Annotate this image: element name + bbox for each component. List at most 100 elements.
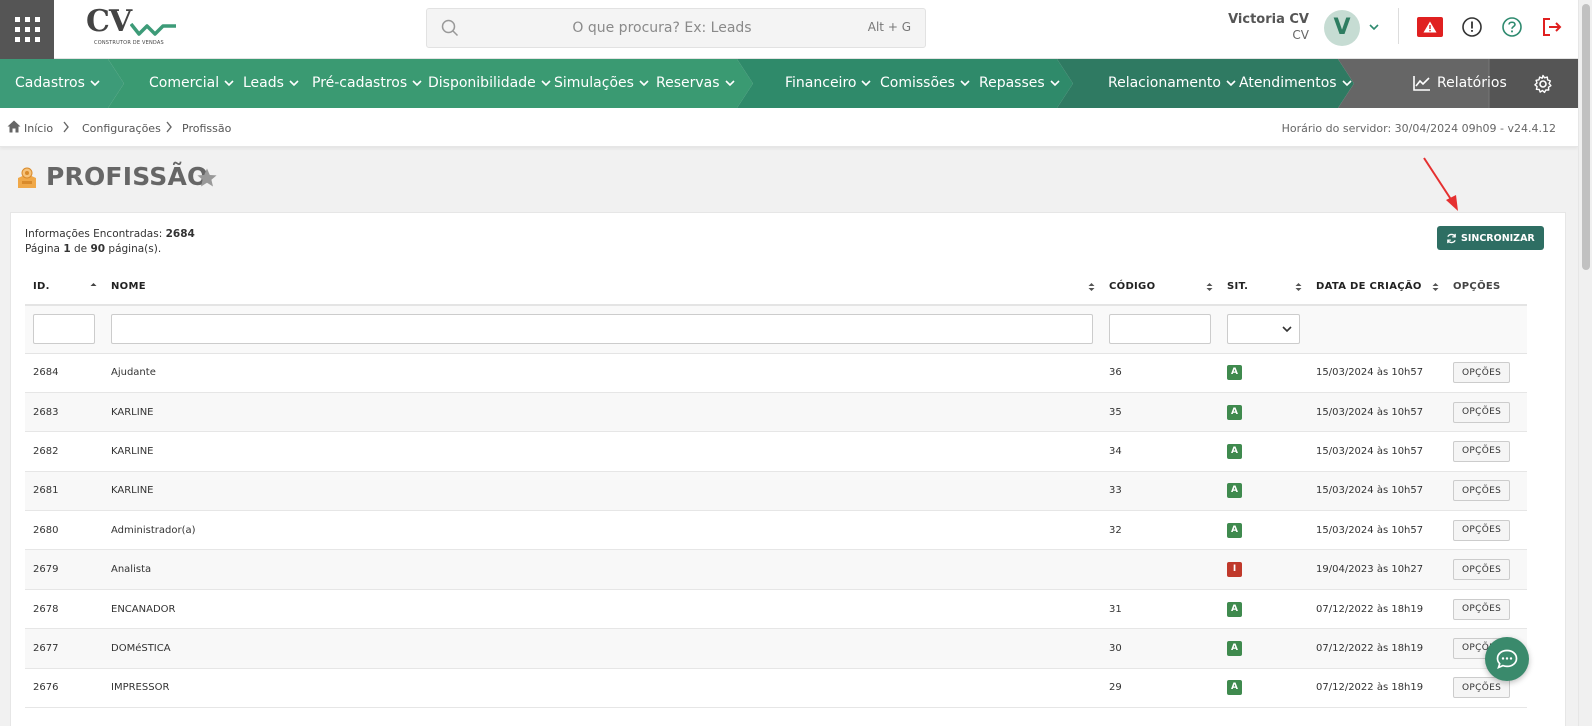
alert-icon[interactable] <box>1417 17 1443 37</box>
nav-pre-cadastros[interactable]: Pré-cadastros <box>312 59 422 108</box>
cell-nome: Analista <box>103 549 1101 590</box>
user-menu[interactable]: Victoria CV CV V <box>1200 10 1379 50</box>
cell-sit: A <box>1219 510 1308 551</box>
settings-gear-icon[interactable] <box>1533 74 1553 94</box>
info-icon[interactable] <box>1461 16 1483 38</box>
cell-sit: A <box>1219 353 1308 393</box>
column-header-nome[interactable]: NOME <box>103 269 1101 306</box>
cell-opcoes: OPÇÕES <box>1445 392 1527 433</box>
nav-cadastros[interactable]: Cadastros <box>15 59 100 108</box>
apps-grid-icon[interactable] <box>0 0 54 59</box>
row-options-button[interactable]: OPÇÕES <box>1453 598 1511 620</box>
cell-id: 2679 <box>25 549 103 590</box>
sync-button[interactable]: SINCRONIZAR <box>1437 226 1544 250</box>
table-row[interactable]: 2680 Administrador(a) 32 A 15/03/2024 às 10h… <box>25 510 1527 551</box>
nav-relacionamento[interactable]: Relacionamento <box>1108 59 1236 108</box>
table-row[interactable]: 2684 Ajudante 36 A 15/03/2024 às 10h57 OPÇÕES <box>25 353 1527 393</box>
nav-leads[interactable]: Leads <box>243 59 299 108</box>
row-options-button[interactable]: OPÇÕES <box>1453 440 1511 462</box>
nav-comissoes[interactable]: Comissões <box>880 59 970 108</box>
scrollbar-thumb[interactable] <box>1582 4 1590 270</box>
chevron-right-icon <box>166 121 172 133</box>
page-suffix-label: página(s). <box>108 243 162 255</box>
filter-sit-select[interactable] <box>1227 314 1300 345</box>
breadcrumb-inicio[interactable]: Início <box>24 122 53 135</box>
cell-sit: A <box>1219 471 1308 512</box>
cell-nome: KARLINE <box>103 431 1101 472</box>
cell-codigo: 32 <box>1101 510 1219 551</box>
cell-data-criacao: 15/03/2024 às 10h57 <box>1308 510 1445 551</box>
nav-relatorios[interactable]: Relatórios <box>1413 59 1507 108</box>
search-icon <box>441 19 459 37</box>
column-header-codigo[interactable]: CÓDIGO <box>1101 269 1219 306</box>
page-title: PROFISSÃO <box>46 162 209 191</box>
search-input[interactable] <box>467 9 857 47</box>
page-total: 90 <box>90 243 106 255</box>
cell-opcoes: OPÇÕES <box>1445 589 1527 630</box>
nav-simulacoes[interactable]: Simulações <box>554 59 649 108</box>
breadcrumb-configuracoes[interactable]: Configurações <box>82 122 161 135</box>
sort-icon <box>1206 283 1213 291</box>
table-row[interactable]: 2678 ENCANADOR 31 A 07/12/2022 às 18h19 OPÇÕE… <box>25 589 1527 630</box>
page-scrollbar[interactable] <box>1578 0 1592 726</box>
row-options-button[interactable]: OPÇÕES <box>1453 401 1511 423</box>
cell-opcoes: OPÇÕES <box>1445 510 1527 551</box>
filter-id-input[interactable] <box>33 314 95 345</box>
sort-icon <box>1088 283 1095 291</box>
cell-id: 2677 <box>25 628 103 669</box>
search-shortcut: Alt + G <box>867 20 911 34</box>
status-badge: A <box>1227 365 1242 381</box>
status-badge: A <box>1227 601 1242 617</box>
table-row[interactable]: 2683 KARLINE 35 A 15/03/2024 às 10h57 OPÇÕES <box>25 392 1527 433</box>
table-row[interactable]: 2682 KARLINE 34 A 15/03/2024 às 10h57 OPÇÕES <box>25 431 1527 472</box>
row-options-button[interactable]: OPÇÕES <box>1453 559 1511 581</box>
cell-data-criacao: 07/12/2022 às 18h19 <box>1308 668 1445 709</box>
table-row[interactable]: 2681 KARLINE 33 A 15/03/2024 às 10h57 OPÇÕES <box>25 471 1527 512</box>
cell-codigo: 30 <box>1101 628 1219 669</box>
row-options-button[interactable]: OPÇÕES <box>1453 362 1511 384</box>
refresh-icon <box>1447 233 1456 243</box>
column-header-sit[interactable]: SIT. <box>1219 269 1308 306</box>
cell-opcoes: OPÇÕES <box>1445 353 1527 393</box>
cell-codigo: 35 <box>1101 392 1219 433</box>
nav-reservas[interactable]: Reservas <box>656 59 735 108</box>
cell-data-criacao: 07/12/2022 às 18h19 <box>1308 628 1445 669</box>
row-options-button[interactable]: OPÇÕES <box>1453 480 1511 502</box>
cell-codigo: 31 <box>1101 589 1219 630</box>
chevron-down-icon[interactable] <box>1368 21 1380 33</box>
column-header-id[interactable]: ID. <box>25 269 103 306</box>
user-company: CV <box>1292 28 1309 42</box>
cell-nome: DOMéSTICA <box>103 628 1101 669</box>
nav-atendimentos[interactable]: Atendimentos <box>1239 59 1352 108</box>
cell-sit: A <box>1219 431 1308 472</box>
row-options-button[interactable]: OPÇÕES <box>1453 519 1511 541</box>
nav-comercial[interactable]: Comercial <box>149 59 234 108</box>
status-badge: A <box>1227 483 1242 499</box>
favorite-star-icon[interactable] <box>196 167 218 189</box>
table-row[interactable]: 2676 IMPRESSOR 29 A 07/12/2022 às 18h19 OPÇÕE… <box>25 668 1527 709</box>
cell-opcoes: OPÇÕES <box>1445 431 1527 472</box>
home-icon[interactable] <box>7 120 21 133</box>
cell-data-criacao: 19/04/2023 às 10h27 <box>1308 549 1445 590</box>
help-icon[interactable] <box>1501 16 1523 38</box>
filter-nome-input[interactable] <box>111 314 1093 345</box>
sync-label: SINCRONIZAR <box>1461 232 1535 244</box>
logo-text: CV <box>86 4 132 39</box>
logout-icon[interactable] <box>1541 16 1563 38</box>
cell-id: 2676 <box>25 668 103 709</box>
nav-financeiro[interactable]: Financeiro <box>785 59 872 108</box>
status-badge: I <box>1227 562 1242 578</box>
nav-repasses[interactable]: Repasses <box>979 59 1060 108</box>
status-badge: A <box>1227 680 1242 696</box>
avatar[interactable]: V <box>1324 10 1360 46</box>
logo[interactable]: CV CONSTRUTOR DE VENDAS <box>86 4 182 50</box>
cell-data-criacao: 15/03/2024 às 10h57 <box>1308 353 1445 393</box>
table-row[interactable]: 2679 Analista I 19/04/2023 às 10h27 OPÇÕES <box>25 549 1527 590</box>
table-row[interactable]: 2677 DOMéSTICA 30 A 07/12/2022 às 18h19 OPÇÕE… <box>25 628 1527 669</box>
cell-codigo <box>1101 549 1219 590</box>
chat-button[interactable] <box>1485 637 1529 681</box>
cell-id: 2681 <box>25 471 103 512</box>
filter-codigo-input[interactable] <box>1109 314 1211 345</box>
nav-disponibilidade[interactable]: Disponibilidade <box>428 59 551 108</box>
column-header-data[interactable]: DATA DE CRIAÇÃO <box>1308 269 1445 306</box>
